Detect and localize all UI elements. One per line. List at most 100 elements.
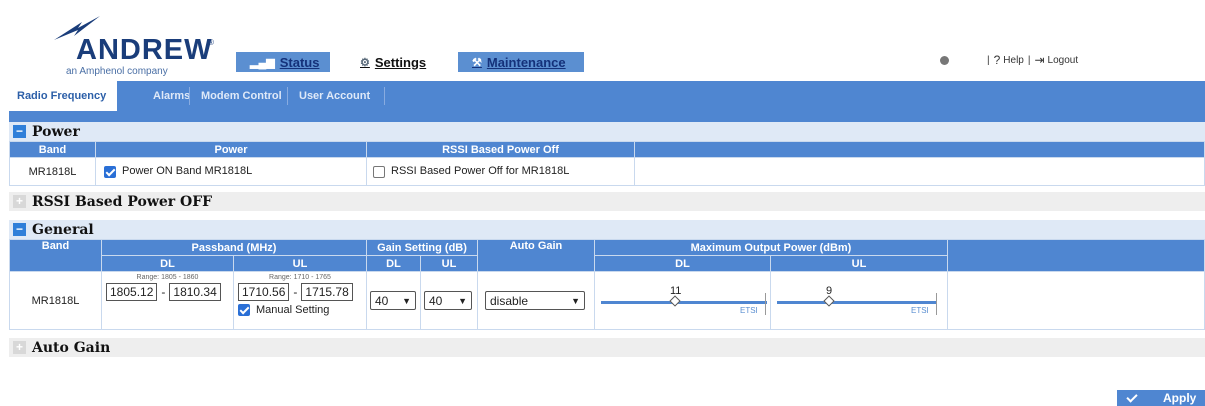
etsi-marker-label: ETSI xyxy=(911,305,929,315)
tab-status-label: Status xyxy=(279,54,320,70)
dl-range-hint: Range: 1805 - 1860 xyxy=(136,274,199,281)
manual-setting-label: Manual Setting xyxy=(256,304,330,316)
power-section: − Power Band Power RSSI Based Power Off … xyxy=(9,122,1205,186)
col-header-gain: Gain Setting (dB) xyxy=(366,239,478,256)
max-power-ul-cell: 9 ETSI xyxy=(770,271,948,330)
check-icon xyxy=(1125,392,1139,404)
gain-ul-value: 40 xyxy=(429,293,443,308)
auto-gain-cell: disable ▼ xyxy=(477,271,595,330)
subtab-radio-frequency[interactable]: Radio Frequency xyxy=(9,81,117,111)
separator: | xyxy=(987,54,990,66)
general-section: − General Band Passband (MHz) Gain Setti… xyxy=(9,220,1205,330)
subtab-alarms[interactable]: Alarms xyxy=(145,81,198,111)
band-cell: MR1818L xyxy=(9,271,102,330)
subnav-divider xyxy=(189,87,190,105)
col-header-empty xyxy=(634,141,1205,158)
rssi-section: + RSSI Based Power OFF xyxy=(9,192,1205,211)
max-power-ul-slider[interactable]: 9 ETSI xyxy=(771,279,947,323)
gain-ul-select[interactable]: 40 ▼ xyxy=(424,291,472,310)
logout-icon: ⇥ xyxy=(1034,53,1045,67)
max-power-dl-slider[interactable]: 11 ETSI xyxy=(595,279,770,323)
slider-thumb[interactable] xyxy=(823,294,835,307)
ul-range-hint: Range: 1710 - 1765 xyxy=(269,274,331,281)
col-header-gain-dl: DL xyxy=(366,255,421,272)
general-section-header[interactable]: − General xyxy=(9,220,1205,239)
power-section-header[interactable]: − Power xyxy=(9,122,1205,141)
collapse-icon[interactable]: − xyxy=(13,223,26,236)
power-on-checkbox[interactable] xyxy=(104,165,116,178)
col-header-auto-gain: Auto Gain xyxy=(477,239,595,272)
col-header-max-dl: DL xyxy=(594,255,771,272)
power-on-cell: Power ON Band MR1818L xyxy=(95,157,367,186)
brand-reg-mark: ® xyxy=(208,38,214,47)
max-power-dl-value: 11 xyxy=(670,284,682,297)
col-header-empty xyxy=(947,239,1205,272)
passband-ul-cell: Range: 1710 - 1765 1710.56-1715.78 Manua… xyxy=(233,271,367,330)
tab-maintenance[interactable]: ⚒ Maintenance xyxy=(458,52,584,72)
passband-dl-cell: Range: 1805 - 1860 1805.12-1810.34 xyxy=(101,271,234,330)
tab-settings-label: Settings xyxy=(374,54,427,70)
col-header-band: Band xyxy=(9,239,102,272)
slider-track xyxy=(601,300,767,304)
manual-setting-checkbox[interactable] xyxy=(238,304,250,317)
logout-link[interactable]: Logout xyxy=(1048,55,1079,66)
auto-gain-section-header[interactable]: + Auto Gain xyxy=(9,338,1205,357)
rssi-section-header[interactable]: + RSSI Based Power OFF xyxy=(9,192,1205,211)
gain-dl-cell: 40 ▼ xyxy=(366,271,421,330)
top-right-links: | ? Help | ⇥ Logout xyxy=(940,53,1078,67)
col-header-passband: Passband (MHz) xyxy=(101,239,367,256)
etsi-marker-line xyxy=(765,292,766,315)
brand-tagline: an Amphenol company xyxy=(66,66,168,77)
subtab-user-account[interactable]: User Account xyxy=(291,81,378,111)
help-link[interactable]: Help xyxy=(1003,55,1024,66)
empty-cell xyxy=(947,271,1205,330)
apply-button[interactable]: Apply xyxy=(1117,390,1205,406)
dl-from-input[interactable]: 1805.12 xyxy=(106,283,158,301)
gain-dl-select[interactable]: 40 ▼ xyxy=(370,291,416,310)
range-dash: - xyxy=(161,285,166,299)
slider-track xyxy=(777,300,937,304)
tab-settings[interactable]: ⚙ Settings xyxy=(332,52,458,72)
etsi-marker-line xyxy=(936,292,937,315)
expand-icon[interactable]: + xyxy=(13,341,26,354)
help-icon: ? xyxy=(993,53,1001,67)
collapse-icon[interactable]: − xyxy=(13,125,26,138)
tab-status[interactable]: ▂▄▆ Status xyxy=(236,52,330,72)
ul-to-input[interactable]: 1715.78 xyxy=(301,283,353,301)
range-dash: - xyxy=(293,285,298,299)
andrew-logo: ANDREW ® an Amphenol company xyxy=(36,10,226,77)
gain-dl-value: 40 xyxy=(375,293,389,308)
col-header-band: Band xyxy=(9,141,96,158)
power-on-label: Power ON Band MR1818L xyxy=(122,165,253,178)
rssi-power-off-label: RSSI Based Power Off for MR1818L xyxy=(391,165,570,178)
slider-thumb[interactable] xyxy=(669,294,681,307)
col-header-power: Power xyxy=(95,141,367,158)
auto-gain-section: + Auto Gain xyxy=(9,338,1205,357)
col-header-passband-ul: UL xyxy=(233,255,367,272)
apply-label: Apply xyxy=(1163,391,1197,405)
col-header-passband-dl: DL xyxy=(101,255,234,272)
rssi-power-off-cell: RSSI Based Power Off for MR1818L xyxy=(366,157,635,186)
rssi-power-off-checkbox[interactable] xyxy=(373,165,385,178)
ul-from-input[interactable]: 1710.56 xyxy=(238,283,290,301)
auto-gain-value: disable xyxy=(490,293,529,308)
status-globe-icon xyxy=(940,55,949,65)
empty-cell xyxy=(634,157,1205,186)
gain-ul-cell: 40 ▼ xyxy=(420,271,478,330)
etsi-marker-label: ETSI xyxy=(740,305,758,315)
col-header-rssi: RSSI Based Power Off xyxy=(366,141,635,158)
chevron-down-icon: ▼ xyxy=(402,295,411,306)
header: ANDREW ® an Amphenol company ▂▄▆ Status … xyxy=(0,0,1205,77)
col-header-max-power: Maximum Output Power (dBm) xyxy=(594,239,948,256)
subnav-divider xyxy=(384,87,385,105)
separator: | xyxy=(1027,54,1031,66)
bar-chart-icon: ▂▄▆ xyxy=(250,56,275,69)
subtab-modem-control[interactable]: Modem Control xyxy=(193,81,290,111)
general-section-title: General xyxy=(32,221,94,238)
chevron-down-icon: ▼ xyxy=(571,295,580,306)
auto-gain-select[interactable]: disable ▼ xyxy=(485,291,585,310)
max-power-dl-cell: 11 ETSI xyxy=(594,271,771,330)
dl-to-input[interactable]: 1810.34 xyxy=(169,283,221,301)
expand-icon[interactable]: + xyxy=(13,195,26,208)
col-header-max-ul: UL xyxy=(770,255,948,272)
